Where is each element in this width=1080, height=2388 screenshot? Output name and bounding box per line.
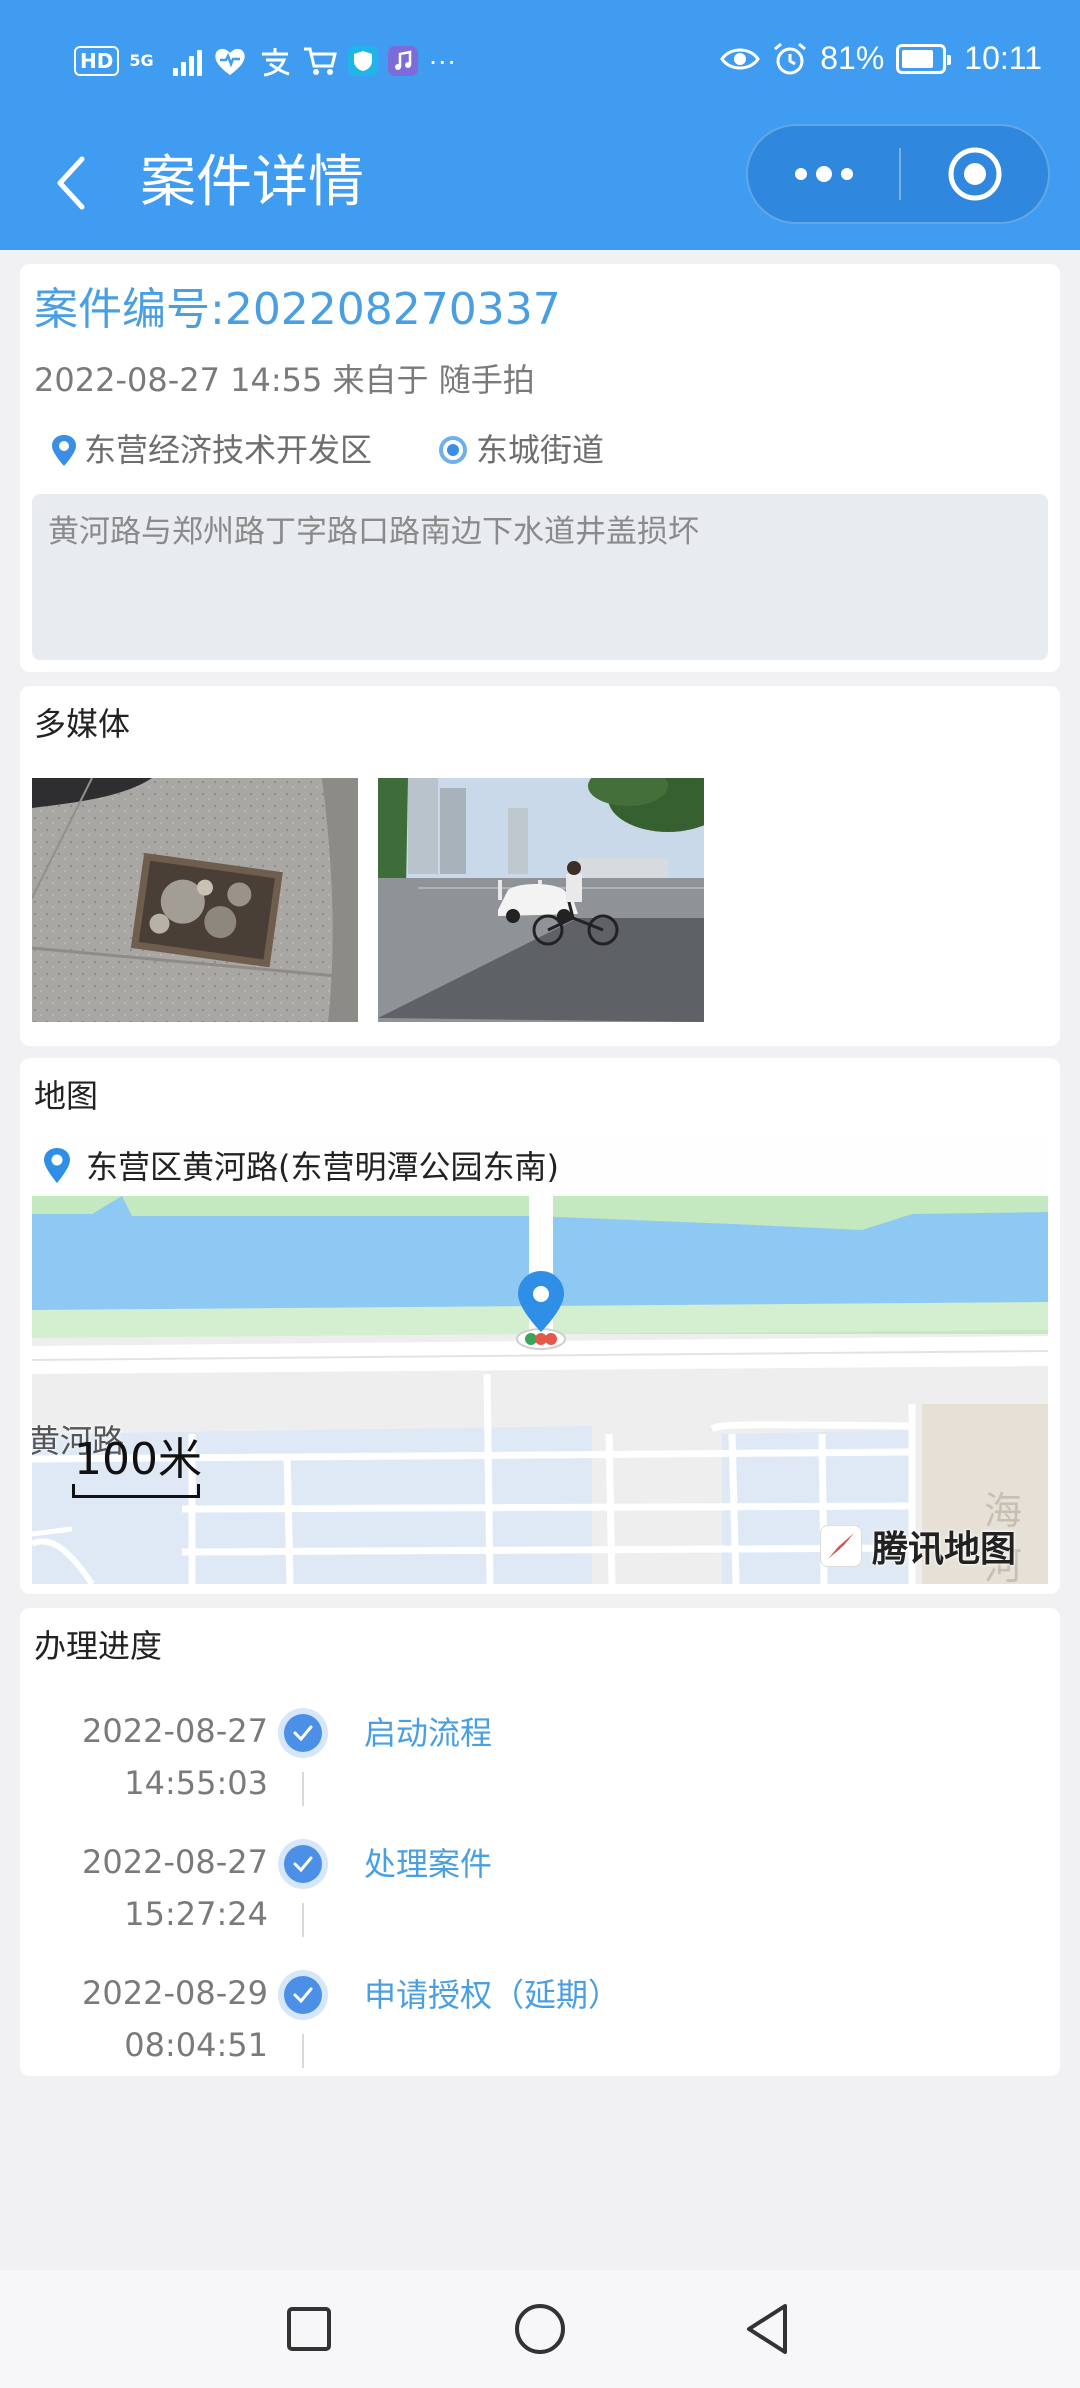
more-dot-icon (795, 168, 807, 180)
case-number: 案件编号:202208270337 (34, 284, 561, 335)
progress-step: 2022-08-27 15:27:24 处理案件 (20, 1837, 1060, 1967)
location-pin-icon (52, 435, 76, 466)
progress-step: 2022-08-29 08:04:51 申请授权（延期） (20, 1968, 1060, 2098)
district-label: 东营经济技术开发区 (84, 431, 373, 469)
step-connector (302, 1903, 304, 1937)
page-title: 案件详情 (140, 150, 364, 215)
map-card: 地图 东营区黄河路(东营明潭公园东南) 黄河路 100米 海河 腾讯地图 (20, 1058, 1060, 1594)
step-time: 15:27:24 (124, 1895, 268, 1933)
map-view[interactable]: 东营区黄河路(东营明潭公园东南) 黄河路 100米 海河 腾讯地图 (32, 1134, 1048, 1584)
step-date: 2022-08-29 (82, 1974, 268, 2012)
map-scale: 100米 (72, 1434, 202, 1498)
more-notifications: ··· (428, 45, 457, 76)
media-photo-manhole[interactable] (32, 778, 358, 1022)
step-label: 启动流程 (364, 1714, 493, 1752)
progress-step: 2022-08-27 14:55:03 启动流程 (20, 1706, 1060, 1836)
map-tiles (32, 1134, 1048, 1584)
map-title: 地图 (34, 1077, 99, 1115)
hd-icon: HD (74, 46, 120, 76)
manhole-photo-image (32, 778, 358, 1022)
battery-percent: 81% (820, 40, 885, 76)
step-label: 处理案件 (364, 1845, 493, 1883)
clock: 10:11 (964, 40, 1042, 76)
status-bar: HD 5G ··· 81% 10:11 (0, 0, 1080, 128)
map-marker (516, 1271, 566, 1350)
target-close-icon (948, 147, 1002, 201)
district-tag: 东营经济技术开发区 (50, 428, 372, 472)
triangle-back-icon (747, 2304, 787, 2354)
alipay-icon (262, 48, 290, 77)
map-address-bar: 东营区黄河路(东营明潭公园东南) (32, 1134, 1048, 1196)
music-app-icon (388, 46, 419, 76)
step-connector (302, 2034, 304, 2068)
tencent-map-icon (820, 1525, 862, 1567)
more-dot-icon (816, 166, 832, 182)
security-shield-icon (348, 46, 379, 76)
map-address: 东营区黄河路(东营明潭公园东南) (86, 1148, 559, 1186)
locate-target-icon (439, 436, 468, 464)
progress-card: 办理进度 2022-08-27 14:55:03 启动流程 2022-08-27… (20, 1608, 1060, 2076)
media-title: 多媒体 (34, 705, 131, 743)
battery-icon (896, 43, 952, 74)
close-miniprogram-button[interactable] (900, 126, 1050, 222)
street-label: 东城街道 (476, 431, 605, 469)
more-options-button[interactable] (748, 126, 900, 222)
eye-comfort-icon (720, 48, 761, 69)
signal-icon (173, 46, 203, 76)
tencent-map-logo: 腾讯地图 (820, 1520, 1016, 1572)
location-pin-icon (44, 1148, 70, 1183)
status-left-icons: HD 5G ··· (74, 44, 456, 78)
miniprogram-capsule (746, 124, 1050, 224)
case-description: 黄河路与郑州路丁字路口路南边下水道井盖损坏 (32, 494, 1048, 660)
circle-icon (515, 2304, 565, 2354)
back-nav-button[interactable] (733, 2294, 803, 2364)
location-row: 东营经济技术开发区 东城街道 (50, 428, 604, 472)
media-card: 多媒体 (20, 686, 1060, 1046)
step-date: 2022-08-27 (82, 1843, 268, 1881)
map-scale-text: 100米 (74, 1434, 202, 1485)
case-meta: 2022-08-27 14:55 来自于 随手拍 (34, 361, 535, 399)
network-type: 5G (129, 51, 154, 70)
status-right-icons: 81% 10:11 (720, 40, 1042, 77)
system-nav-bar (0, 2270, 1080, 2388)
back-arrow-icon (57, 156, 85, 210)
app-header: HD 5G ··· 81% 10:11 案件详情 (0, 0, 1080, 250)
step-check-icon (278, 1839, 328, 1889)
step-check-icon (278, 1708, 328, 1758)
step-time: 14:55:03 (124, 1764, 268, 1802)
battery-level (902, 49, 934, 68)
alarm-icon (774, 42, 807, 74)
health-heart-icon (215, 48, 246, 75)
case-info-card: 案件编号:202208270337 2022-08-27 14:55 来自于 随… (20, 264, 1060, 672)
media-photo-street[interactable] (378, 778, 704, 1022)
street-photo-image (378, 778, 704, 1022)
step-date: 2022-08-27 (82, 1712, 268, 1750)
case-description-text: 黄河路与郑州路丁字路口路南边下水道井盖损坏 (48, 514, 699, 550)
back-button[interactable] (40, 148, 100, 218)
step-connector (302, 1772, 304, 1806)
step-label: 申请授权（延期） (364, 1976, 621, 2014)
street-tag: 东城街道 (436, 428, 604, 472)
progress-title: 办理进度 (34, 1627, 163, 1665)
map-scale-bar (72, 1484, 200, 1498)
recent-apps-button[interactable] (274, 2294, 344, 2364)
tencent-map-text: 腾讯地图 (872, 1529, 1017, 1570)
step-check-icon (278, 1970, 328, 2020)
home-button[interactable] (505, 2294, 575, 2364)
more-dot-icon (841, 168, 853, 180)
shopping-cart-icon (304, 47, 338, 75)
step-time: 08:04:51 (124, 2026, 268, 2064)
square-icon (287, 2307, 331, 2351)
